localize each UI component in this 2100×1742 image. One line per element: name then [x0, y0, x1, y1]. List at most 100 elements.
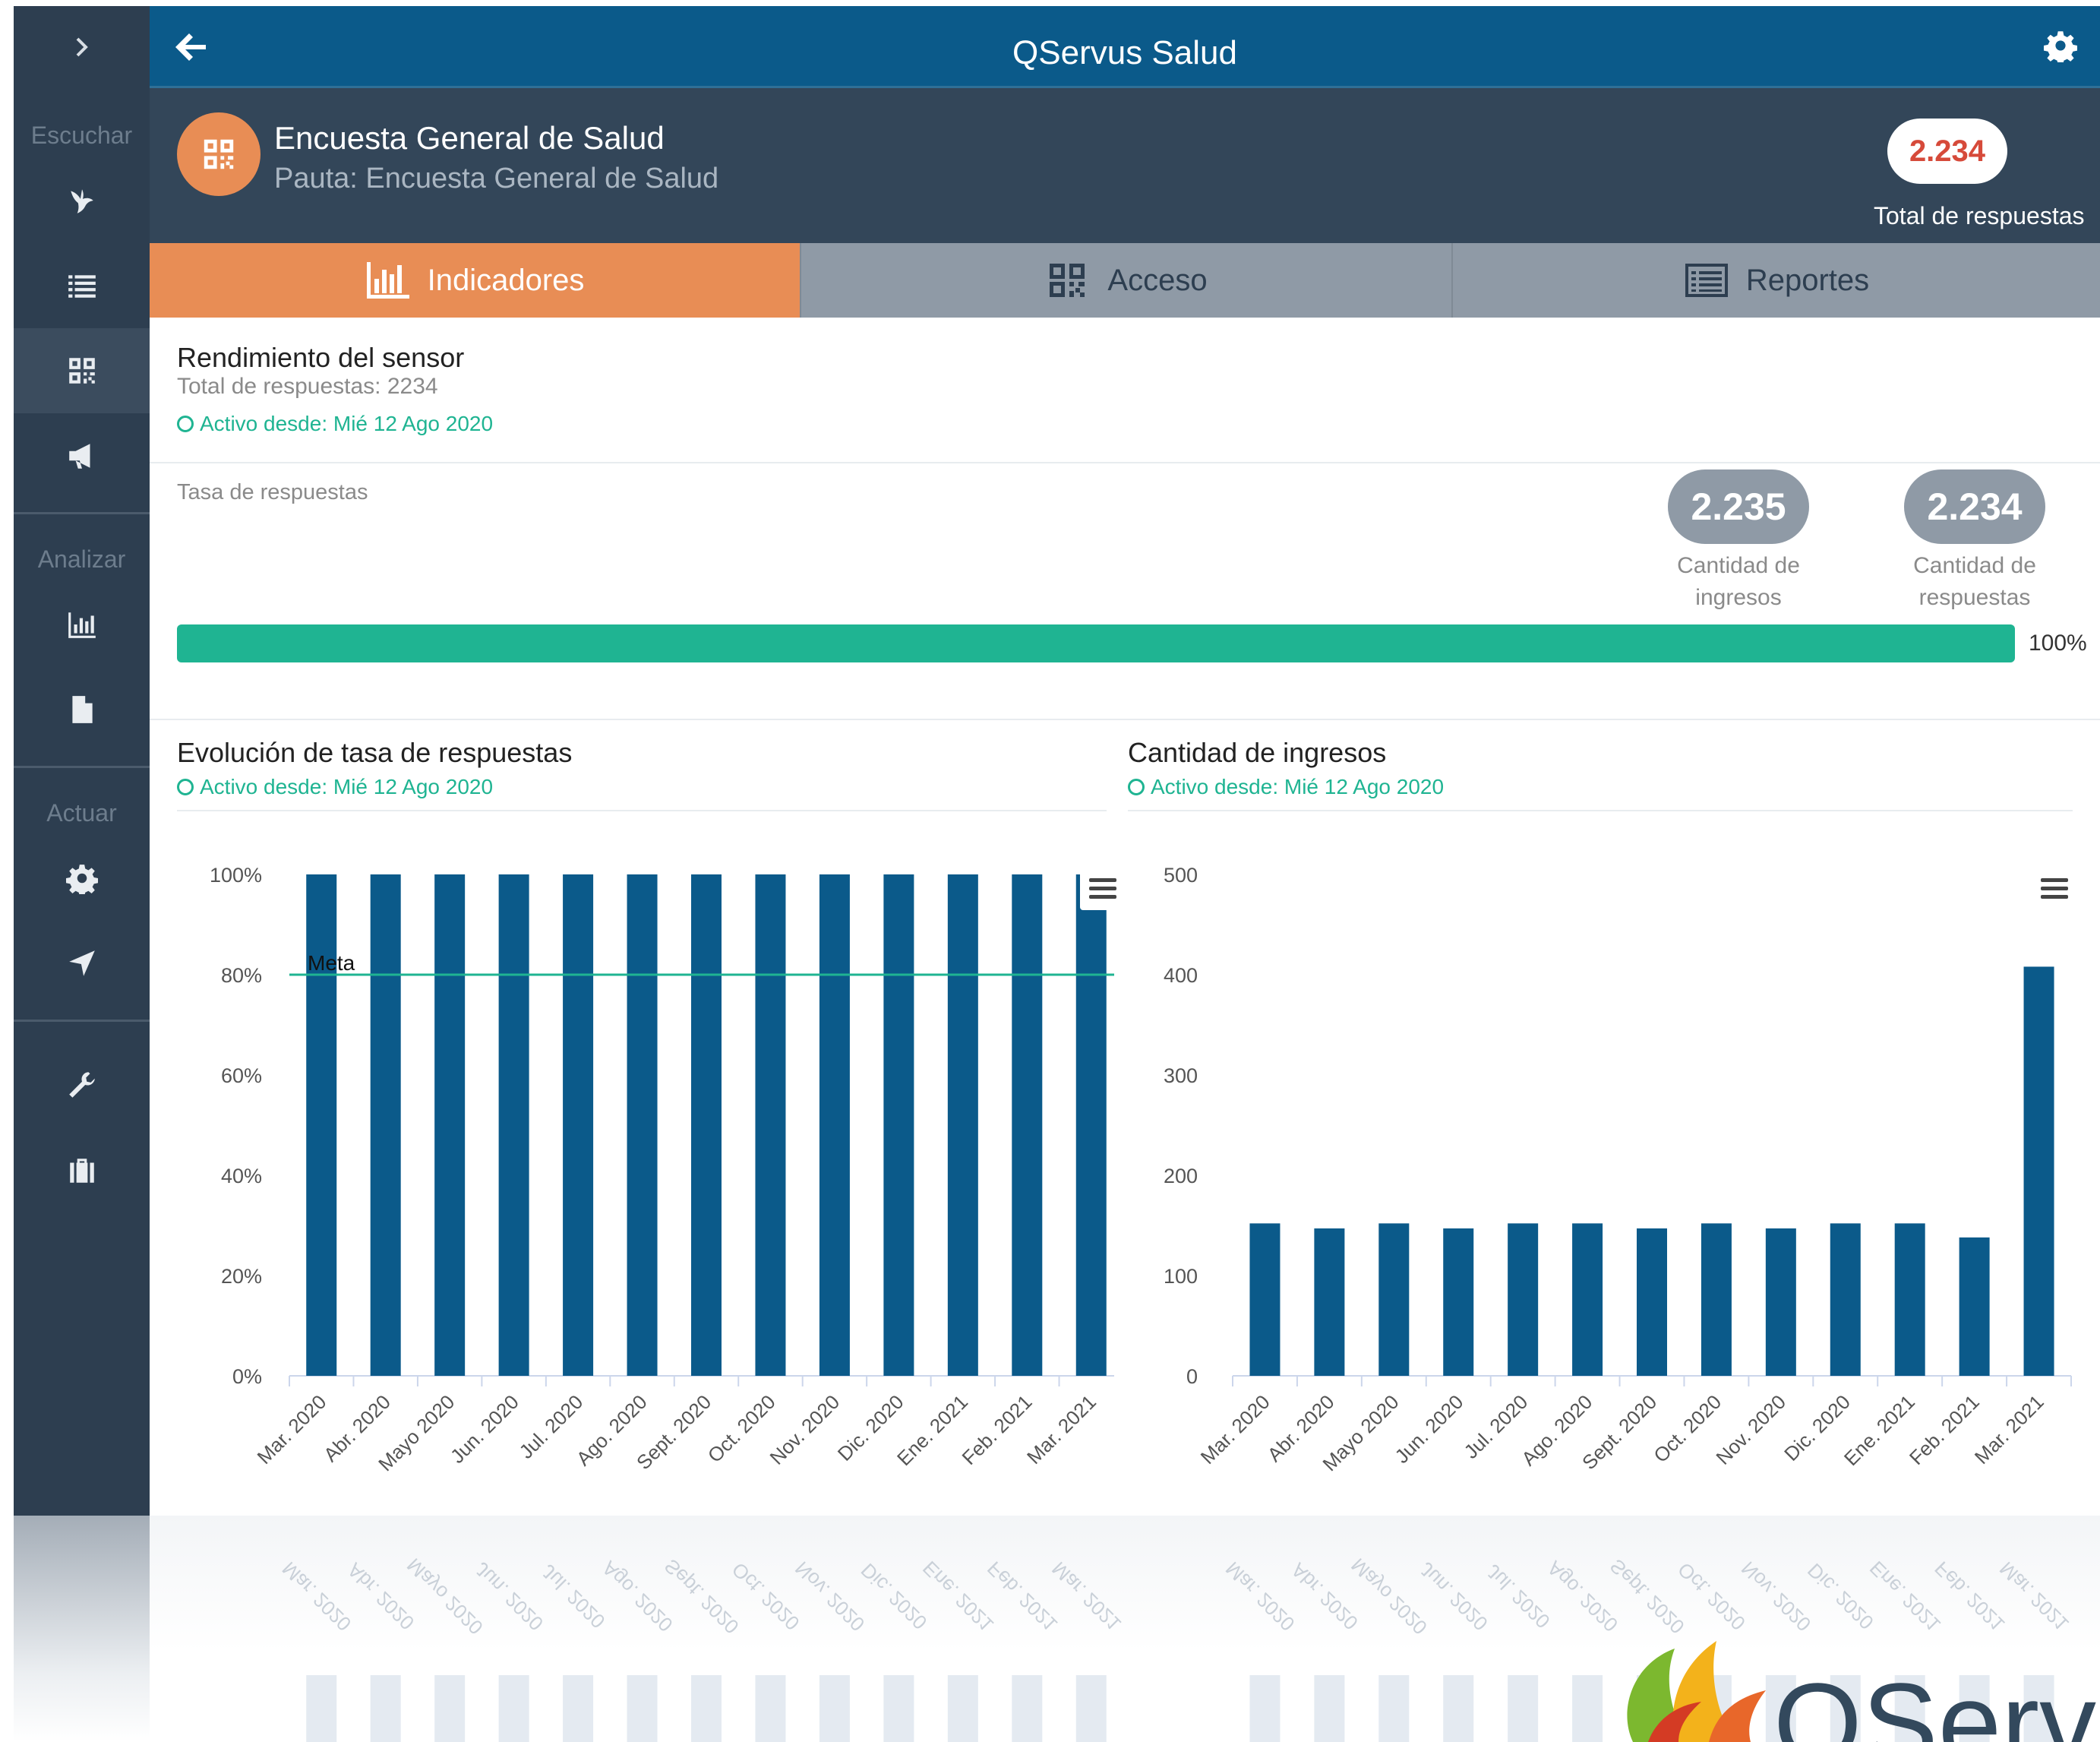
sidebar-item-qr[interactable]	[14, 328, 150, 413]
sidebar-divider	[14, 512, 150, 514]
chart-right-title: Cantidad de ingresos	[1128, 737, 1387, 768]
bar[interactable]	[819, 874, 850, 1376]
bird-icon	[70, 189, 93, 213]
reflected-label: Mayo 2020	[403, 1554, 488, 1639]
label-line: respuestas	[1918, 585, 2031, 610]
sidebar-divider	[14, 766, 150, 768]
sidebar-item-analytics[interactable]	[14, 582, 150, 667]
sidebar-divider	[14, 1020, 150, 1022]
x-tick-label: Jun. 2020	[446, 1390, 523, 1468]
bar[interactable]	[883, 874, 914, 1376]
bar[interactable]	[306, 874, 337, 1376]
reflected-label: Feb. 2021	[1930, 1557, 2009, 1636]
sidebar-item-briefcase[interactable]	[14, 1127, 150, 1212]
bar-chart-icon	[68, 612, 96, 638]
sidebar-item-settings[interactable]	[14, 836, 150, 921]
bar[interactable]	[1959, 1237, 1990, 1376]
respuestas-count-badge: 2.234	[1904, 469, 2045, 544]
tab-reportes[interactable]: Reportes	[1453, 243, 2100, 318]
chart-left-menu-button[interactable]	[1080, 868, 1126, 910]
clock-icon	[177, 779, 194, 795]
bar[interactable]	[755, 874, 786, 1376]
sidebar-item-campaigns[interactable]	[14, 413, 150, 498]
bar[interactable]	[1894, 1223, 1925, 1376]
total-responses-badge: 2.234	[1887, 119, 2007, 184]
response-rate-progress-fill	[177, 624, 2015, 662]
performance-active-since: Activo desde: Mié 12 Ago 2020	[177, 412, 493, 436]
reflected-bar	[306, 1675, 337, 1742]
reflected-bar	[691, 1675, 722, 1742]
back-button[interactable]	[172, 29, 209, 65]
chart-right-menu-button[interactable]	[2032, 868, 2077, 910]
reflected-bar	[1012, 1675, 1043, 1742]
bar[interactable]	[947, 874, 978, 1376]
reflected-bar	[1314, 1675, 1345, 1742]
y-tick-label: 100	[1164, 1265, 1198, 1288]
bar[interactable]	[1572, 1223, 1603, 1376]
y-tick-label: 0	[1186, 1365, 1198, 1388]
reflected-bar	[755, 1675, 786, 1742]
sidebar-item-list[interactable]	[14, 243, 150, 328]
reflected-bar	[1508, 1675, 1539, 1742]
y-tick-label: 100%	[210, 864, 262, 887]
x-tick-label: Ene. 2021	[892, 1390, 972, 1470]
x-tick-label: Mar. 2020	[252, 1390, 330, 1469]
app-window: Escuchar Analizar Actuar QServus Salud E…	[14, 6, 2100, 1516]
reflected-bar	[1378, 1675, 1410, 1742]
bar[interactable]	[1830, 1223, 1861, 1376]
chart-right-active-since: Activo desde: Mié 12 Ago 2020	[1128, 775, 1444, 799]
sidebar-toggle-button[interactable]	[14, 6, 150, 88]
indicators-panel: Rendimiento del sensor Total de respuest…	[150, 318, 2100, 1516]
bar[interactable]	[2023, 966, 2054, 1376]
reflected-label: Mayo 2020	[1347, 1554, 1432, 1639]
bar[interactable]	[370, 874, 401, 1376]
reflected-bar	[1443, 1675, 1474, 1742]
sidebar-section-actuar: Actuar	[46, 799, 117, 827]
qr-code-icon	[1050, 264, 1085, 297]
bar[interactable]	[1378, 1223, 1410, 1376]
bar[interactable]	[1314, 1228, 1345, 1376]
reflected-bar	[498, 1675, 529, 1742]
reflected-bar	[434, 1675, 466, 1742]
bar[interactable]	[1012, 874, 1043, 1376]
x-tick-label: Feb. 2021	[1905, 1390, 1984, 1469]
hamburger-line	[1089, 887, 1116, 890]
performance-total: Total de respuestas: 2234	[177, 374, 438, 399]
reflected-bar	[370, 1675, 401, 1742]
svg-text:QServu: QServu	[1773, 1659, 2100, 1742]
sidebar-item-documents[interactable]	[14, 667, 150, 752]
bar[interactable]	[498, 874, 529, 1376]
tab-indicadores[interactable]: Indicadores	[150, 243, 801, 318]
bar[interactable]	[1637, 1228, 1667, 1376]
bar[interactable]	[691, 874, 722, 1376]
bar[interactable]	[1443, 1228, 1474, 1376]
divider	[1128, 810, 2073, 811]
bar[interactable]	[563, 874, 594, 1376]
tab-label: Indicadores	[427, 263, 585, 297]
rate-label: Tasa de respuestas	[177, 480, 368, 504]
sidebar: Escuchar Analizar Actuar	[14, 6, 150, 1516]
active-since-text: Activo desde: Mié 12 Ago 2020	[200, 775, 494, 798]
y-tick-label: 0%	[232, 1365, 262, 1388]
list-icon	[68, 275, 96, 298]
reflected-label: Feb. 2021	[983, 1557, 1062, 1636]
bar[interactable]	[1765, 1228, 1796, 1376]
bar[interactable]	[434, 874, 466, 1376]
ingresos-count-badge: 2.235	[1668, 469, 1809, 544]
tab-label: Acceso	[1107, 263, 1208, 297]
sidebar-item-listen[interactable]	[14, 158, 150, 243]
settings-button[interactable]	[2044, 29, 2077, 65]
bar[interactable]	[1249, 1223, 1281, 1376]
hamburger-line	[2041, 878, 2068, 882]
survey-header: Encuesta General de Salud Pauta: Encuest…	[150, 88, 2100, 243]
bar[interactable]	[1701, 1223, 1732, 1376]
bar[interactable]	[1508, 1223, 1539, 1376]
x-tick-label: Mar. 2020	[1196, 1390, 1274, 1469]
bar[interactable]	[627, 874, 658, 1376]
y-tick-label: 200	[1164, 1165, 1198, 1187]
sidebar-item-tools[interactable]	[14, 1042, 150, 1127]
reflected-bar	[947, 1675, 978, 1742]
tab-acceso[interactable]: Acceso	[801, 243, 1453, 318]
sidebar-item-navigate[interactable]	[14, 921, 150, 1006]
reflected-label: Mar. 2020	[277, 1557, 355, 1636]
